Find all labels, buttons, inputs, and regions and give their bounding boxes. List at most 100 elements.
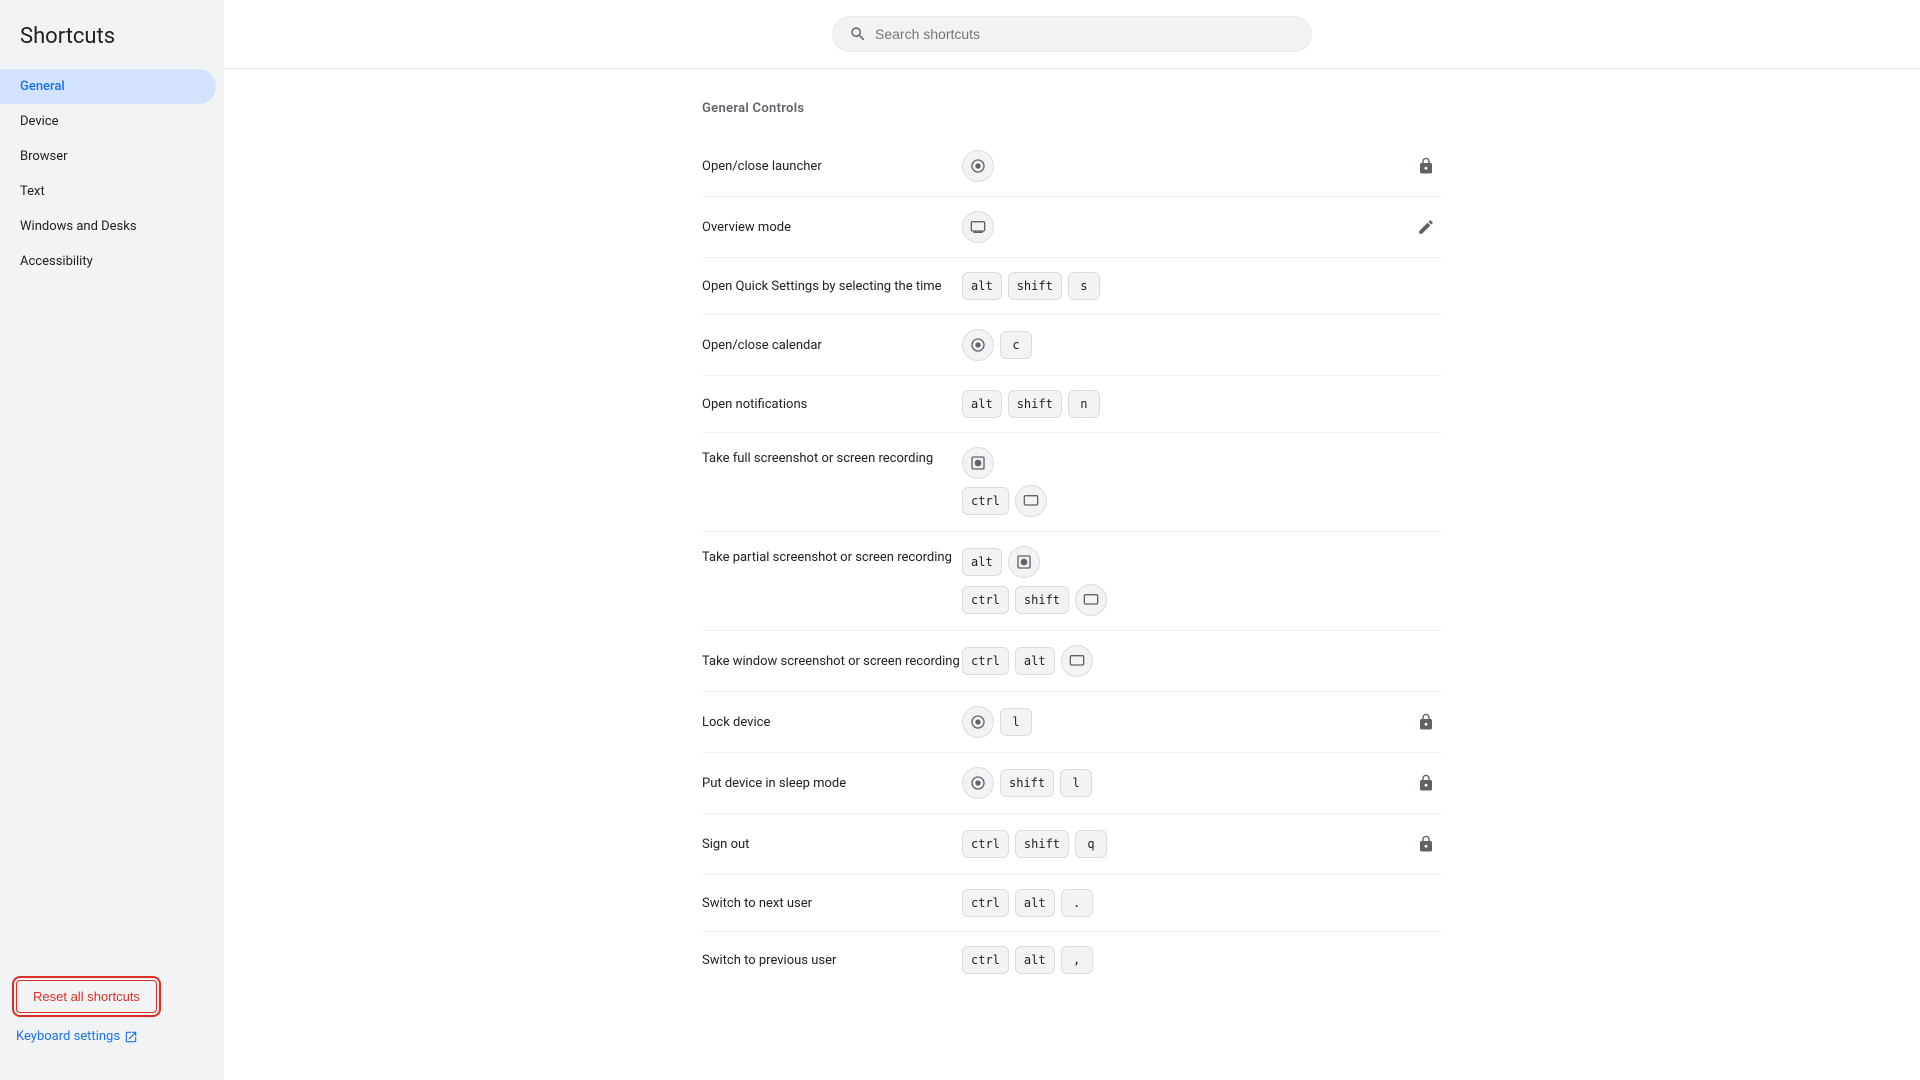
key-badge: . [1061,889,1093,917]
sidebar-item-general[interactable]: General [0,69,216,104]
shortcut-label: Take partial screenshot or screen record… [702,546,962,565]
key-badge: l [1060,769,1092,797]
lock-icon [1410,828,1442,860]
shortcut-actions [1382,828,1442,860]
sidebar-item-windows-desks[interactable]: Windows and Desks [0,209,216,244]
key-badge: alt [1015,889,1055,917]
shortcut-label: Overview mode [702,220,962,235]
shortcut-row: Switch to previous user ctrl alt , [702,932,1442,988]
search-bar [832,16,1312,52]
screenshot-key-icon [962,447,994,479]
sidebar-nav: General Device Browser Text Windows and … [0,69,224,964]
key-badge: ctrl [962,586,1009,614]
overview-key-icon [1061,645,1093,677]
key-badge: s [1068,272,1100,300]
sidebar-item-text[interactable]: Text [0,174,216,209]
shortcut-keys: alt shift n [962,390,1382,418]
search-icon [849,25,867,43]
shortcut-row: Open Quick Settings by selecting the tim… [702,258,1442,315]
reset-all-shortcuts-button[interactable]: Reset all shortcuts [16,980,157,1013]
lock-icon [1410,706,1442,738]
key-badge: n [1068,390,1100,418]
shortcut-keys [962,150,1382,182]
key-badge: , [1061,946,1093,974]
launcher-key-icon [962,150,994,182]
shortcut-row: Lock device l [702,692,1442,753]
combo-line: alt [962,546,1382,578]
shortcut-actions [1382,767,1442,799]
keyboard-settings-label: Keyboard settings [16,1029,120,1044]
shortcut-row: Take window screenshot or screen recordi… [702,631,1442,692]
key-badge: shift [1000,769,1054,797]
edit-icon[interactable] [1410,211,1442,243]
shortcut-combo-group: alt ctrl shift [962,546,1382,616]
shortcut-label: Take full screenshot or screen recording [702,447,962,466]
lock-icon [1410,150,1442,182]
key-badge: alt [1015,647,1055,675]
shortcut-combo-group: ctrl [962,447,1382,517]
key-badge: ctrl [962,647,1009,675]
shortcut-label: Switch to previous user [702,953,962,968]
key-badge: alt [962,390,1002,418]
key-badge: alt [962,548,1002,576]
shortcut-label: Sign out [702,837,962,852]
shortcut-row-multi: Take full screenshot or screen recording… [702,433,1442,532]
key-badge: shift [1015,586,1069,614]
launcher-key-icon [962,767,994,799]
main-header [224,0,1920,69]
shortcut-keys: ctrl shift q [962,830,1382,858]
overview-key-icon [1015,485,1047,517]
launcher-key-icon [962,706,994,738]
key-badge: ctrl [962,487,1009,515]
shortcut-keys [962,211,1382,243]
key-badge: ctrl [962,946,1009,974]
overview-key-icon [1075,584,1107,616]
launcher-key-icon [962,329,994,361]
sidebar-item-device[interactable]: Device [0,104,216,139]
section-title: General Controls [702,101,1442,116]
shortcut-row: Open notifications alt shift n [702,376,1442,433]
shortcut-label: Lock device [702,715,962,730]
shortcut-row: Put device in sleep mode shift l [702,753,1442,814]
shortcut-label: Take window screenshot or screen recordi… [702,654,962,669]
shortcut-keys: l [962,706,1382,738]
shortcut-row: Overview mode [702,197,1442,258]
shortcut-label: Switch to next user [702,896,962,911]
content-area: General Controls Open/close launcher Ove… [622,69,1522,1020]
key-badge: l [1000,708,1032,736]
sidebar-item-browser[interactable]: Browser [0,139,216,174]
app-title: Shortcuts [0,16,224,69]
key-badge: alt [1015,946,1055,974]
search-input[interactable] [875,26,1295,42]
shortcut-keys: ctrl alt , [962,946,1382,974]
key-badge: shift [1008,272,1062,300]
key-badge: shift [1008,390,1062,418]
shortcut-actions [1382,150,1442,182]
shortcut-label: Put device in sleep mode [702,776,962,791]
shortcut-keys: alt shift s [962,272,1382,300]
combo-line: ctrl shift [962,584,1382,616]
shortcut-label: Open/close launcher [702,159,962,174]
key-badge: c [1000,331,1032,359]
key-badge: q [1075,830,1107,858]
sidebar-item-accessibility[interactable]: Accessibility [0,244,216,279]
shortcut-row: Switch to next user ctrl alt . [702,875,1442,932]
shortcut-row-multi: Take partial screenshot or screen record… [702,532,1442,631]
key-badge: alt [962,272,1002,300]
shortcut-label: Open/close calendar [702,338,962,353]
shortcut-actions [1382,211,1442,243]
lock-icon [1410,767,1442,799]
sidebar: Shortcuts General Device Browser Text Wi… [0,0,224,1080]
key-badge: ctrl [962,830,1009,858]
keyboard-settings-link[interactable]: Keyboard settings [16,1025,208,1048]
combo-line [962,447,1382,479]
shortcut-label: Open notifications [702,397,962,412]
shortcut-row: Open/close calendar c [702,315,1442,376]
main-content: General Controls Open/close launcher Ove… [224,0,1920,1080]
shortcut-label: Open Quick Settings by selecting the tim… [702,279,962,294]
external-link-icon [124,1030,138,1044]
combo-line: ctrl [962,485,1382,517]
shortcut-row: Open/close launcher [702,136,1442,197]
shortcut-actions [1382,706,1442,738]
shortcut-keys: c [962,329,1382,361]
